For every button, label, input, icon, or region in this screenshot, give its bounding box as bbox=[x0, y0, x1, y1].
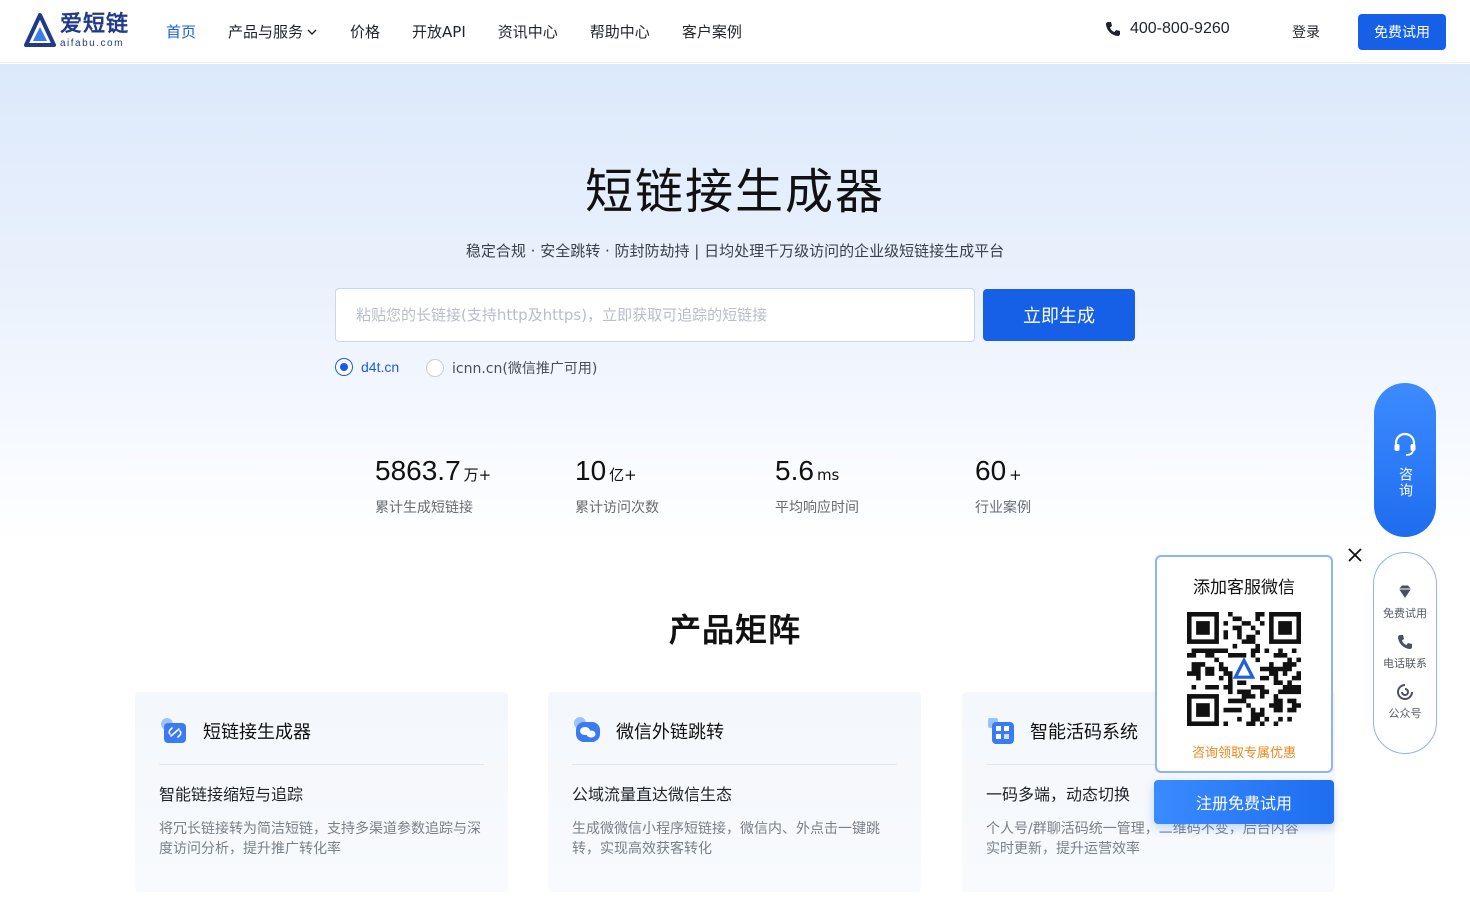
brand-logo[interactable]: 爱短链 aifabu.com bbox=[24, 13, 129, 49]
stat-unit: 亿+ bbox=[609, 466, 637, 484]
product-card-wechat-jump[interactable]: 微信外链跳转 公域流量直达微信生态 生成微微信小程序短链接，微信内、外点击一键跳… bbox=[548, 692, 921, 892]
nav-news[interactable]: 资讯中心 bbox=[498, 21, 558, 42]
stat-value: 5.6 bbox=[775, 455, 814, 486]
stat-links-generated: 5863.7 万+ 累计生成短链接 bbox=[375, 455, 491, 517]
domain-option-label: d4t.cn bbox=[361, 359, 400, 375]
nav-home[interactable]: 首页 bbox=[166, 21, 196, 42]
stat-response-time: 5.6 ms 平均响应时间 bbox=[775, 455, 859, 517]
login-link[interactable]: 登录 bbox=[1292, 22, 1320, 42]
qr-popup-title: 添加客服微信 bbox=[1193, 578, 1295, 598]
logo-mark-icon bbox=[24, 13, 56, 47]
nav-pricing[interactable]: 价格 bbox=[350, 21, 380, 42]
domain-option-icnn[interactable]: icnn.cn(微信推广可用) bbox=[426, 358, 597, 378]
phone-contact[interactable]: 400-800-9260 bbox=[1104, 20, 1230, 38]
stat-label: 累计访问次数 bbox=[575, 500, 659, 516]
phone-number: 400-800-9260 bbox=[1130, 20, 1230, 37]
nav-api[interactable]: 开放API bbox=[412, 21, 466, 42]
card-description: 个人号/群聊活码统一管理，二维码不变，后台内容实时更新，提升运营效率 bbox=[986, 821, 1299, 857]
official-account-icon bbox=[1397, 684, 1413, 700]
side-phone-contact[interactable]: 电话联系 bbox=[1383, 633, 1427, 671]
side-official-account[interactable]: 公众号 bbox=[1389, 683, 1422, 721]
stat-label: 平均响应时间 bbox=[775, 500, 859, 516]
stat-label: 累计生成短链接 bbox=[375, 500, 473, 516]
wechat-icon bbox=[574, 717, 600, 742]
side-item-label: 电话联系 bbox=[1383, 657, 1427, 670]
product-card-shortlink[interactable]: 短链接生成器 智能链接缩短与追踪 将冗长链接转为简洁短链，支持多渠道参数追踪与深… bbox=[135, 692, 508, 892]
nav-cases[interactable]: 客户案例 bbox=[682, 21, 742, 42]
phone-icon bbox=[1398, 635, 1412, 649]
consult-label: 咨询 bbox=[1397, 467, 1413, 499]
domain-option-label: icnn.cn(微信推广可用) bbox=[452, 361, 598, 377]
radio-unselected-icon[interactable] bbox=[426, 359, 444, 377]
consult-float-button[interactable]: 咨询 bbox=[1374, 383, 1436, 537]
link-icon bbox=[161, 718, 186, 743]
card-title: 智能活码系统 bbox=[1030, 722, 1138, 743]
headset-icon bbox=[1394, 432, 1416, 456]
qr-promo-text: 咨询领取专属优惠 bbox=[1191, 746, 1296, 761]
domain-option-d4t[interactable]: d4t.cn bbox=[335, 358, 399, 376]
brand-name: 爱短链 bbox=[60, 11, 130, 37]
register-free-trial-button[interactable]: 注册免费试用 bbox=[1154, 780, 1334, 824]
nav-products[interactable]: 产品与服务 bbox=[228, 21, 318, 42]
side-item-label: 免费试用 bbox=[1383, 607, 1427, 620]
stat-unit: + bbox=[1009, 466, 1022, 484]
card-divider bbox=[572, 764, 897, 765]
card-description: 将冗长链接转为简洁短链，支持多渠道参数追踪与深度访问分析，提升推广转化率 bbox=[159, 821, 481, 857]
long-url-input[interactable] bbox=[335, 288, 975, 342]
generate-button[interactable]: 立即生成 bbox=[983, 289, 1135, 341]
close-icon[interactable] bbox=[1346, 546, 1364, 564]
card-divider bbox=[159, 764, 484, 765]
nav-products-label: 产品与服务 bbox=[228, 23, 304, 41]
card-title: 短链接生成器 bbox=[203, 722, 311, 743]
hero-subtitle: 稳定合规 · 安全跳转 · 防封防劫持 | 日均处理千万级访问的企业级短链接生成… bbox=[465, 242, 1005, 260]
stat-total-visits: 10 亿+ 累计访问次数 bbox=[575, 455, 659, 517]
hero-title: 短链接生成器 bbox=[584, 164, 885, 220]
card-title: 微信外链跳转 bbox=[616, 722, 724, 743]
phone-icon bbox=[1106, 22, 1120, 36]
card-subtitle: 智能链接缩短与追踪 bbox=[159, 785, 304, 804]
wechat-qr-popup: 添加客服微信 咨询领取专属优惠 bbox=[1155, 555, 1333, 773]
stat-label: 行业案例 bbox=[975, 500, 1031, 516]
header-free-trial-button[interactable]: 免费试用 bbox=[1358, 14, 1446, 50]
side-free-trial[interactable]: 免费试用 bbox=[1383, 583, 1427, 621]
chevron-down-icon bbox=[307, 29, 317, 35]
card-subtitle: 公域流量直达微信生态 bbox=[572, 785, 733, 804]
brand-domain: aifabu.com bbox=[60, 37, 124, 49]
diamond-icon bbox=[1399, 585, 1411, 598]
wechat-qr-code bbox=[1187, 612, 1301, 726]
stat-unit: 万+ bbox=[463, 466, 492, 484]
stat-value: 5863.7 bbox=[375, 455, 461, 486]
qrcode-icon bbox=[988, 718, 1014, 744]
stat-value: 60 bbox=[975, 455, 1007, 486]
stat-industry-cases: 60 + 行业案例 bbox=[975, 455, 1031, 517]
top-header: 爱短链 aifabu.com 首页 产品与服务 价格 开放API 资讯中心 帮助… bbox=[0, 0, 1470, 63]
stat-unit: ms bbox=[816, 466, 840, 484]
main-nav: 首页 产品与服务 价格 开放API 资讯中心 帮助中心 客户案例 bbox=[166, 0, 774, 63]
radio-selected-icon[interactable] bbox=[335, 358, 353, 376]
floating-side-panel: 免费试用 电话联系 公众号 bbox=[1373, 552, 1437, 754]
stat-value: 10 bbox=[575, 455, 607, 486]
nav-help[interactable]: 帮助中心 bbox=[590, 21, 650, 42]
side-item-label: 公众号 bbox=[1388, 707, 1422, 720]
card-description: 生成微微信小程序短链接，微信内、外点击一键跳转，实现高效获客转化 bbox=[572, 821, 880, 857]
